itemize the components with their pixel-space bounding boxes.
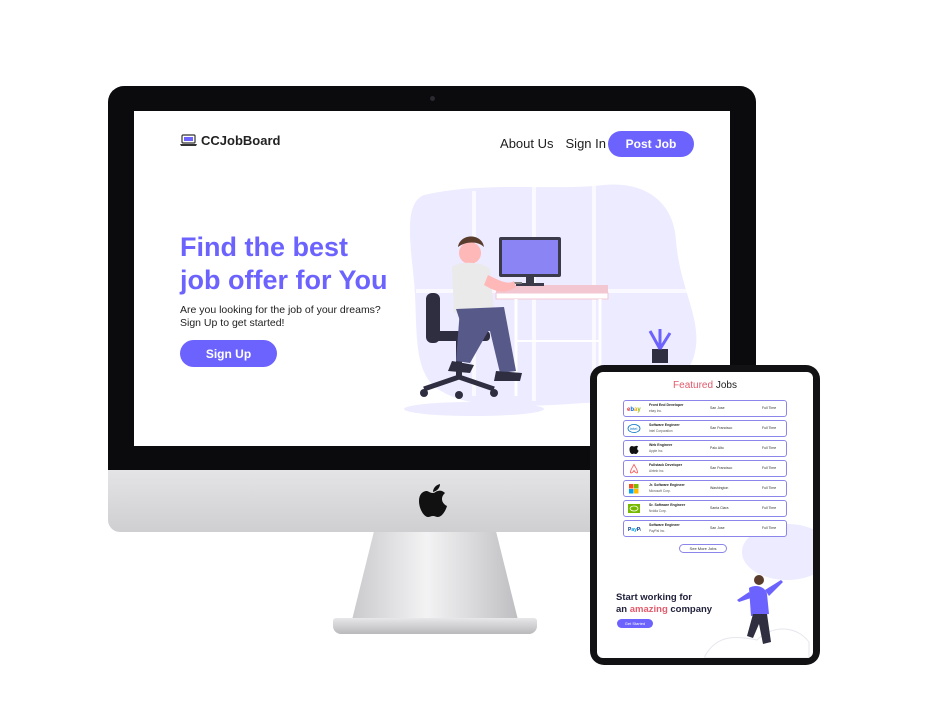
job-company: ebay Inc.: [649, 408, 662, 413]
job-type: Full Time: [762, 506, 777, 510]
featured-title-accent: Featured: [673, 380, 714, 391]
airbnb-logo-icon: [629, 463, 639, 474]
nav-links: About Us Sign In: [500, 136, 606, 151]
nvidia-logo-icon: [628, 504, 640, 513]
job-type: Full Time: [762, 426, 777, 430]
tablet-screen: Featured Jobs ebay Front End Developer eba…: [597, 372, 813, 658]
camera: [430, 96, 435, 101]
post-job-button[interactable]: Post Job: [608, 131, 694, 157]
job-company: Airbnb Inc.: [649, 468, 665, 473]
job-type: Full Time: [762, 466, 777, 470]
apple-logo-icon: [629, 445, 639, 454]
job-type: Full Time: [762, 486, 777, 490]
hero-subtitle: Are you looking for the job of your drea…: [180, 304, 410, 330]
job-card[interactable]: Jr. Software Engineer Microsoft Corp. Wash…: [623, 480, 787, 497]
job-company: Nvidia Corp.: [649, 508, 667, 513]
intel-logo-icon: intel: [627, 424, 641, 433]
job-location: San Jose: [710, 406, 725, 410]
microsoft-logo-icon: [629, 484, 639, 494]
job-title: Fullstack Developer: [649, 463, 683, 467]
featured-jobs-title: Featured Jobs: [597, 380, 813, 391]
paypal-logo-icon: PayPal: [628, 527, 641, 533]
job-card[interactable]: PayPal Software EngineerPayPal Inc. San Jo…: [623, 520, 787, 537]
job-location: Santa Clara: [710, 506, 729, 510]
hero-subtitle-line1: Are you looking for the job of your drea…: [180, 304, 381, 316]
cta-line2-pre: an: [616, 603, 630, 615]
site-logo[interactable]: CCJobBoard: [180, 133, 280, 148]
svg-text:intel: intel: [630, 426, 637, 431]
job-company: Microsoft Corp.: [649, 488, 671, 493]
job-title: Front End Developer: [649, 403, 684, 407]
hero-title-line1: Find the best: [180, 232, 348, 262]
job-card[interactable]: Fullstack Developer Airbnb Inc. San Franci…: [623, 460, 787, 477]
job-location: San Jose: [710, 526, 725, 530]
get-started-button[interactable]: Get Started: [617, 619, 653, 628]
imac-stand: [350, 532, 520, 628]
job-title: Web Engineer: [649, 443, 673, 447]
hero-title-line2: job offer for You: [180, 265, 388, 295]
job-company: Intel Corporation: [649, 428, 673, 433]
hero-subtitle-line2: Sign Up to get started!: [180, 317, 285, 329]
jumping-person-illustration: [704, 575, 810, 658]
job-type: Full Time: [762, 446, 777, 450]
job-location: Washington: [710, 486, 729, 490]
imac-stand-base: [333, 618, 537, 634]
job-card[interactable]: intel Software Engineer Intel Corporation S…: [623, 420, 787, 437]
job-card[interactable]: Web Engineer Apple Inc. Palo Alto Full Time: [623, 440, 787, 457]
job-type: Full Time: [762, 406, 777, 410]
job-title: Jr. Software Engineer: [649, 483, 685, 487]
hero-title: Find the best job offer for You: [180, 231, 420, 297]
svg-text:PayPal: PayPal: [628, 527, 641, 533]
job-title: Software Engineer: [649, 423, 680, 427]
job-company: Apple Inc.: [649, 448, 664, 453]
ebay-logo-icon: ebay: [627, 407, 641, 413]
job-card[interactable]: Sr. Software Engineer Nvidia Corp. Santa C…: [623, 500, 787, 517]
job-card[interactable]: ebay Front End Developer ebay Inc. San Jose…: [623, 400, 787, 417]
laptop-icon: [180, 134, 197, 146]
svg-text:ebay: ebay: [627, 407, 641, 413]
site-logo-text: CCJobBoard: [201, 133, 281, 148]
job-location: Palo Alto: [710, 446, 724, 450]
job-title: Sr. Software Engineer: [649, 503, 686, 507]
job-type: Full Time: [762, 526, 777, 530]
cta-line2-accent: amazing: [629, 603, 668, 615]
nav-about-us[interactable]: About Us: [500, 136, 553, 151]
see-more-jobs-button[interactable]: See More Jobs: [679, 544, 727, 553]
nav-sign-in[interactable]: Sign In: [566, 136, 606, 151]
sign-up-button[interactable]: Sign Up: [180, 340, 277, 367]
apple-icon: [419, 484, 447, 517]
featured-title-rest: Jobs: [713, 380, 737, 391]
job-company: PayPal Inc.: [649, 528, 666, 533]
job-title: Software Engineer: [649, 523, 680, 527]
job-location: San Francisco: [710, 466, 733, 470]
job-location: San Francisco: [710, 426, 733, 430]
